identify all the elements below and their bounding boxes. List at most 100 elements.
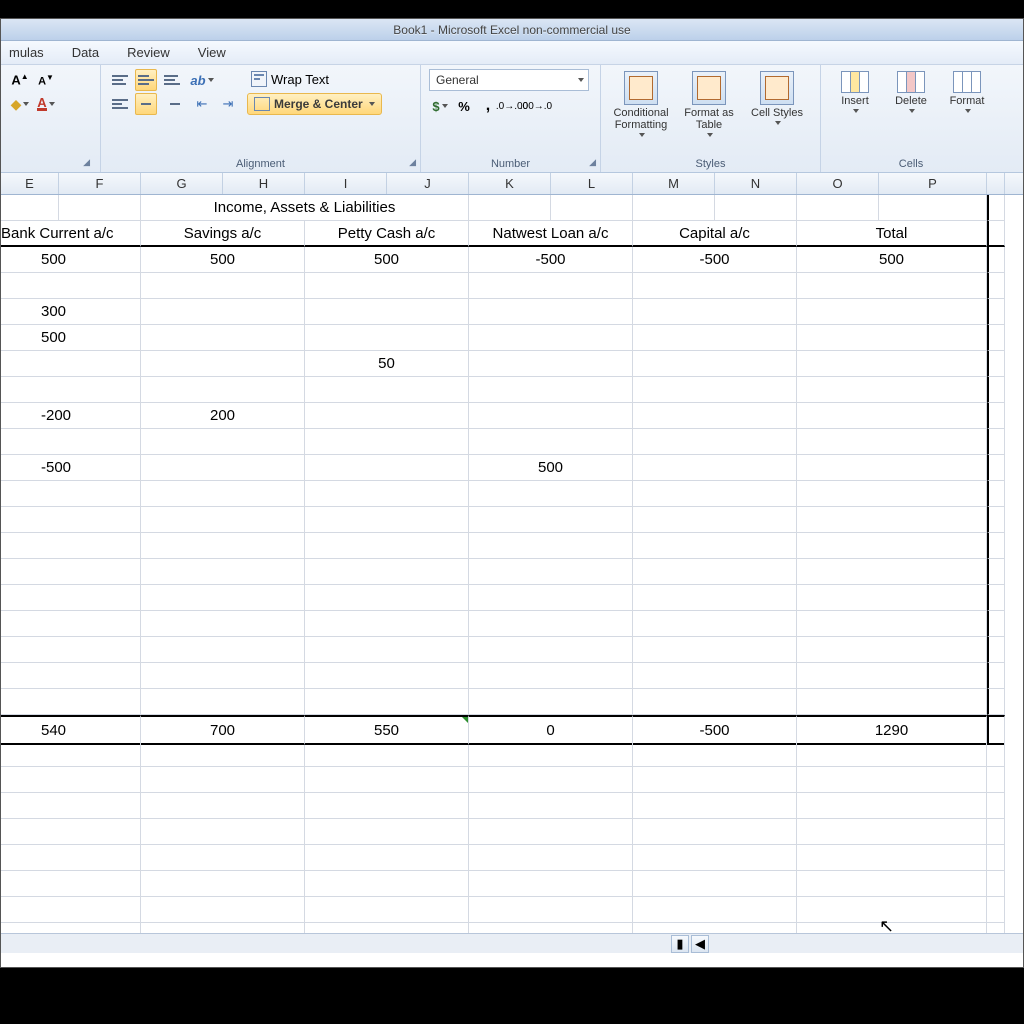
col-header[interactable]: P xyxy=(879,173,987,194)
cell[interactable] xyxy=(141,663,305,689)
col-header[interactable]: H xyxy=(223,173,305,194)
col-title-capital[interactable]: Capital a/c xyxy=(633,221,797,247)
cell[interactable] xyxy=(141,481,305,507)
cell[interactable] xyxy=(633,377,797,403)
cell[interactable] xyxy=(1,585,141,611)
cell[interactable] xyxy=(1,507,141,533)
cell[interactable] xyxy=(469,351,633,377)
cell[interactable] xyxy=(469,585,633,611)
format-button[interactable]: Format xyxy=(941,69,993,115)
cell[interactable] xyxy=(305,897,469,923)
cell[interactable] xyxy=(469,299,633,325)
cell[interactable] xyxy=(1,273,141,299)
cell[interactable]: -500 xyxy=(633,247,797,273)
cell[interactable] xyxy=(633,403,797,429)
cell[interactable] xyxy=(305,403,469,429)
cell[interactable] xyxy=(141,377,305,403)
scroll-split-button[interactable]: ▮ xyxy=(671,935,689,953)
orientation-button[interactable]: ab xyxy=(191,69,213,91)
cell[interactable]: 500 xyxy=(797,247,987,273)
cell[interactable] xyxy=(141,351,305,377)
cell[interactable] xyxy=(633,845,797,871)
cell[interactable] xyxy=(141,767,305,793)
cell[interactable] xyxy=(469,845,633,871)
cell[interactable] xyxy=(1,845,141,871)
cell[interactable] xyxy=(633,429,797,455)
spreadsheet-grid[interactable]: E F G H I J K L M N O P Income, Assets &… xyxy=(1,173,1023,967)
cell[interactable] xyxy=(797,325,987,351)
cell[interactable] xyxy=(305,871,469,897)
cell[interactable] xyxy=(469,897,633,923)
cell[interactable] xyxy=(469,741,633,767)
cell[interactable] xyxy=(987,377,1005,403)
cell[interactable] xyxy=(141,455,305,481)
horizontal-scrollbar[interactable]: ▮ ◀ xyxy=(1,933,1023,953)
cell[interactable]: 500 xyxy=(305,247,469,273)
cell[interactable] xyxy=(1,819,141,845)
col-title-savings[interactable]: Savings a/c xyxy=(141,221,305,247)
cell[interactable] xyxy=(305,429,469,455)
cell[interactable] xyxy=(1,689,141,715)
align-middle-button[interactable] xyxy=(135,69,157,91)
cell[interactable] xyxy=(469,793,633,819)
cell[interactable] xyxy=(987,741,1005,767)
col-header[interactable]: L xyxy=(551,173,633,194)
cell[interactable] xyxy=(633,325,797,351)
col-header[interactable]: G xyxy=(141,173,223,194)
align-bottom-button[interactable] xyxy=(161,69,183,91)
cell[interactable]: 200 xyxy=(141,403,305,429)
cell[interactable] xyxy=(797,637,987,663)
percent-button[interactable]: % xyxy=(453,95,475,117)
cell[interactable] xyxy=(469,767,633,793)
cell[interactable] xyxy=(797,845,987,871)
cell[interactable] xyxy=(797,299,987,325)
wrap-text-button[interactable]: Wrap Text xyxy=(247,69,382,89)
cell[interactable] xyxy=(141,871,305,897)
cell[interactable] xyxy=(1,351,141,377)
align-top-button[interactable] xyxy=(109,69,131,91)
cell[interactable] xyxy=(1,871,141,897)
cell[interactable] xyxy=(987,819,1005,845)
cell[interactable] xyxy=(305,455,469,481)
cell[interactable] xyxy=(1,377,141,403)
cell[interactable] xyxy=(305,845,469,871)
col-title-natwest[interactable]: Natwest Loan a/c xyxy=(469,221,633,247)
cell[interactable] xyxy=(797,663,987,689)
cell[interactable] xyxy=(633,793,797,819)
cell[interactable] xyxy=(633,689,797,715)
cell[interactable] xyxy=(141,897,305,923)
cell[interactable] xyxy=(141,273,305,299)
cell[interactable] xyxy=(305,663,469,689)
cell[interactable] xyxy=(987,403,1005,429)
cell[interactable] xyxy=(797,403,987,429)
cell[interactable] xyxy=(1,611,141,637)
cell[interactable]: 500 xyxy=(1,325,141,351)
cell[interactable] xyxy=(987,299,1005,325)
cell[interactable] xyxy=(987,247,1005,273)
cell[interactable] xyxy=(1,429,141,455)
cell[interactable] xyxy=(797,559,987,585)
cell[interactable] xyxy=(305,819,469,845)
tab-view[interactable]: View xyxy=(198,45,226,60)
cell[interactable] xyxy=(633,585,797,611)
cell[interactable]: 500 xyxy=(469,455,633,481)
cell[interactable] xyxy=(797,767,987,793)
cell[interactable] xyxy=(305,689,469,715)
cell[interactable] xyxy=(987,689,1005,715)
cell[interactable] xyxy=(633,559,797,585)
cell[interactable] xyxy=(1,637,141,663)
cell[interactable] xyxy=(987,481,1005,507)
cell[interactable] xyxy=(633,819,797,845)
cell[interactable] xyxy=(797,793,987,819)
cell[interactable] xyxy=(987,897,1005,923)
cell[interactable] xyxy=(797,377,987,403)
cell[interactable] xyxy=(305,793,469,819)
cell[interactable] xyxy=(987,611,1005,637)
cell[interactable]: -500 xyxy=(1,455,141,481)
cell[interactable] xyxy=(987,325,1005,351)
cell[interactable] xyxy=(797,455,987,481)
cell[interactable] xyxy=(141,585,305,611)
cell[interactable] xyxy=(633,533,797,559)
cell[interactable]: -200 xyxy=(1,403,141,429)
cell[interactable] xyxy=(141,559,305,585)
